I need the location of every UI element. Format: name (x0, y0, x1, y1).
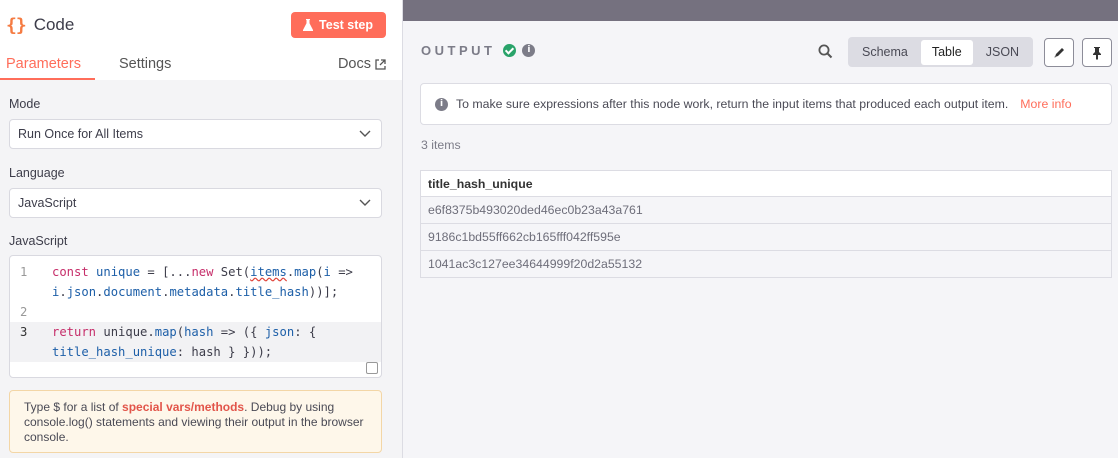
language-select[interactable]: JavaScript (9, 188, 382, 218)
test-step-label: Test step (319, 18, 373, 32)
output-table: title_hash_unique e6f8375b493020ded46ec0… (420, 170, 1112, 278)
info-icon[interactable]: i (522, 44, 536, 57)
chevron-down-icon (359, 199, 371, 206)
code-braces-icon: {} (6, 14, 27, 36)
notice-text: To make sure expressions after this node… (456, 97, 1009, 111)
special-vars-link[interactable]: special vars/methods (122, 400, 244, 414)
item-count: 3 items (421, 138, 461, 152)
view-json[interactable]: JSON (975, 40, 1030, 65)
output-panel: OUTPUT i Schema Table JSON i To make sur… (404, 21, 1118, 458)
hint-prefix: Type $ for a list of (24, 400, 123, 414)
resize-handle-icon[interactable] (366, 362, 378, 374)
search-icon[interactable] (818, 44, 833, 59)
flask-icon (303, 19, 314, 31)
tab-parameters[interactable]: Parameters (0, 56, 95, 80)
panel-tabs: Parameters Settings Docs (0, 50, 402, 80)
language-value: JavaScript (18, 196, 77, 210)
chevron-down-icon (359, 130, 371, 137)
table-row: 1041ac3c127ee34644999f20d2a55132 (420, 250, 1112, 278)
table-cell[interactable]: 1041ac3c127ee34644999f20d2a55132 (420, 250, 1112, 278)
view-schema[interactable]: Schema (851, 40, 919, 65)
canvas-top-bar (403, 0, 1118, 21)
table-cell[interactable]: e6f8375b493020ded46ec0b23a43a761 (420, 196, 1112, 224)
output-title: OUTPUT (421, 43, 496, 58)
table-row: e6f8375b493020ded46ec0b23a43a761 (420, 196, 1112, 224)
node-parameters-panel: {} Code Test step Parameters Settings Do… (0, 0, 403, 458)
external-link-icon (375, 58, 386, 70)
success-check-icon (503, 44, 517, 57)
pin-icon (1093, 46, 1101, 60)
pencil-icon (1054, 48, 1064, 58)
line-number: 3 (20, 325, 28, 339)
info-icon: i (435, 97, 448, 111)
more-info-link[interactable]: More info (1020, 97, 1071, 111)
edit-output-button[interactable] (1044, 38, 1074, 67)
docs-label: Docs (337, 56, 371, 72)
code-editor[interactable]: 1 const unique = [...new Set(items.map(i… (9, 255, 382, 378)
line-number: 2 (20, 305, 28, 319)
docs-link[interactable]: Docs (338, 56, 386, 72)
line-number: 1 (20, 265, 28, 279)
table-header-row: title_hash_unique (420, 170, 1112, 197)
output-header: OUTPUT i (421, 43, 536, 58)
view-table[interactable]: Table (920, 39, 973, 65)
test-step-button[interactable]: Test step (291, 12, 386, 38)
code-line: 2 (10, 302, 381, 322)
code-text: return unique.map(hash => ({ json: { tit… (52, 325, 317, 359)
node-title[interactable]: Code (34, 15, 291, 35)
code-hint-box: Type $ for a list of special vars/method… (9, 390, 382, 453)
code-line: 1 const unique = [...new Set(items.map(i… (10, 262, 381, 302)
column-header[interactable]: title_hash_unique (420, 170, 1112, 197)
mode-value: Run Once for All Items (18, 127, 144, 141)
output-notice: i To make sure expressions after this no… (420, 83, 1112, 125)
tab-settings[interactable]: Settings (113, 56, 175, 80)
table-cell[interactable]: 9186c1bd55ff662cb165fff042ff595e (420, 223, 1112, 251)
mode-select[interactable]: Run Once for All Items (9, 119, 382, 149)
pin-output-button[interactable] (1082, 38, 1112, 67)
table-row: 9186c1bd55ff662cb165fff042ff595e (420, 223, 1112, 251)
code-line-active: 3 return unique.map(hash => ({ json: { t… (10, 322, 381, 362)
mode-label: Mode (9, 97, 41, 111)
node-header: {} Code Test step (0, 0, 402, 50)
code-label: JavaScript (9, 234, 68, 248)
view-switcher: Schema Table JSON (848, 37, 1034, 67)
language-label: Language (9, 166, 65, 180)
code-text: const unique = [...new Set(items.map(i =… (52, 265, 353, 299)
parameters-form: Mode Run Once for All Items Language Jav… (0, 97, 402, 453)
